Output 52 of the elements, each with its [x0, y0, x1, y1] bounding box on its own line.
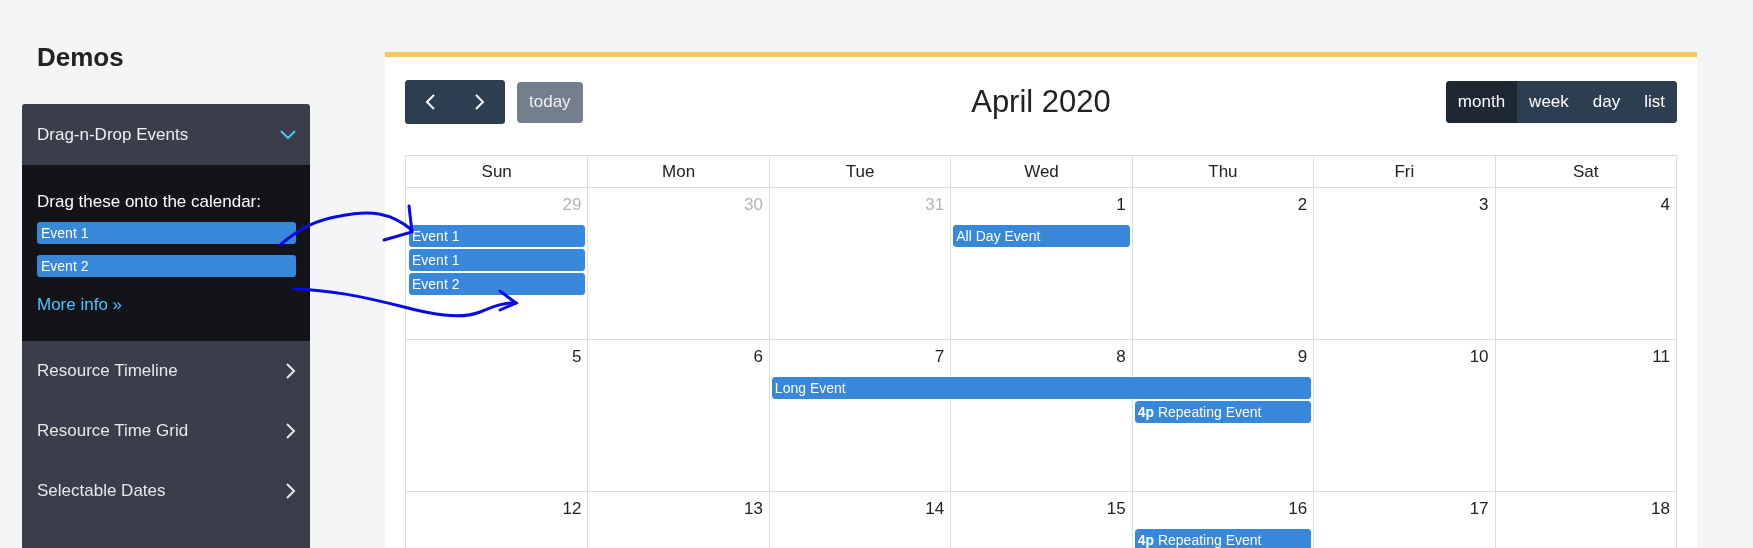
day-number: 7 [934, 347, 945, 367]
day-number: 9 [1297, 347, 1308, 367]
weekday-header: Wed [950, 156, 1132, 187]
day-number: 15 [1106, 499, 1126, 519]
calendar-title: April 2020 [971, 84, 1111, 120]
day-number: 30 [743, 195, 763, 215]
chevron-right-icon [286, 483, 296, 499]
day-number: 31 [925, 195, 945, 215]
day-number: 5 [571, 347, 582, 367]
weekday-header: Mon [587, 156, 769, 187]
calendar-event[interactable]: Event 1 [409, 249, 586, 271]
calendar-event[interactable]: All Day Event [953, 225, 1130, 247]
calendar-event[interactable]: 4p Repeating Event [1134, 529, 1312, 548]
chevron-down-icon [280, 129, 296, 140]
day-number: 4 [1660, 195, 1670, 215]
view-tab[interactable]: month [1445, 81, 1518, 123]
chevron-right-icon [286, 363, 296, 379]
chevron-left-icon [425, 94, 435, 110]
calendar-event[interactable]: Long Event [771, 377, 1312, 399]
day-number: 18 [1651, 499, 1670, 519]
day-number: 14 [925, 499, 945, 519]
accordion-header[interactable]: Resource Timeline [22, 341, 310, 401]
weekday-header: Fri [1313, 156, 1495, 187]
day-number: 2 [1297, 195, 1308, 215]
instruction-text: Drag these onto the calendar: [37, 192, 262, 212]
draggable-event[interactable]: Event 2 [37, 255, 296, 277]
weekday-header: Sun [480, 161, 513, 183]
day-number: 6 [753, 347, 763, 367]
day-number: 1 [1116, 195, 1126, 215]
day-number: 11 [1652, 347, 1670, 367]
weekday-header: Sat [1494, 156, 1676, 187]
calendar-event[interactable]: Event 1 [409, 225, 586, 247]
weekday-header: Thu [1131, 156, 1314, 187]
calendar-event[interactable]: 4p Repeating Event [1134, 401, 1312, 423]
chevron-right-icon [475, 94, 485, 110]
weekday-header: Tue [768, 156, 951, 187]
accordion-header[interactable]: Resource Time Grid [22, 401, 310, 461]
draggable-event[interactable]: Event 1 [37, 222, 296, 244]
accordion-header[interactable]: Selectable Dates [22, 461, 310, 521]
day-number: 29 [562, 195, 582, 215]
day-number: 12 [562, 499, 582, 519]
day-number: 3 [1479, 195, 1489, 215]
day-number: 16 [1288, 499, 1308, 519]
day-number: 13 [743, 499, 763, 519]
chevron-right-icon [286, 423, 296, 439]
more-info-link[interactable]: More info » [37, 295, 123, 315]
accordion-header[interactable]: Drag-n-Drop Events [22, 104, 310, 165]
page-title: Demos [37, 41, 125, 74]
day-number: 8 [1116, 347, 1126, 367]
calendar-event[interactable]: Event 2 [409, 273, 586, 295]
day-number: 17 [1469, 499, 1489, 519]
day-number: 10 [1469, 347, 1489, 367]
